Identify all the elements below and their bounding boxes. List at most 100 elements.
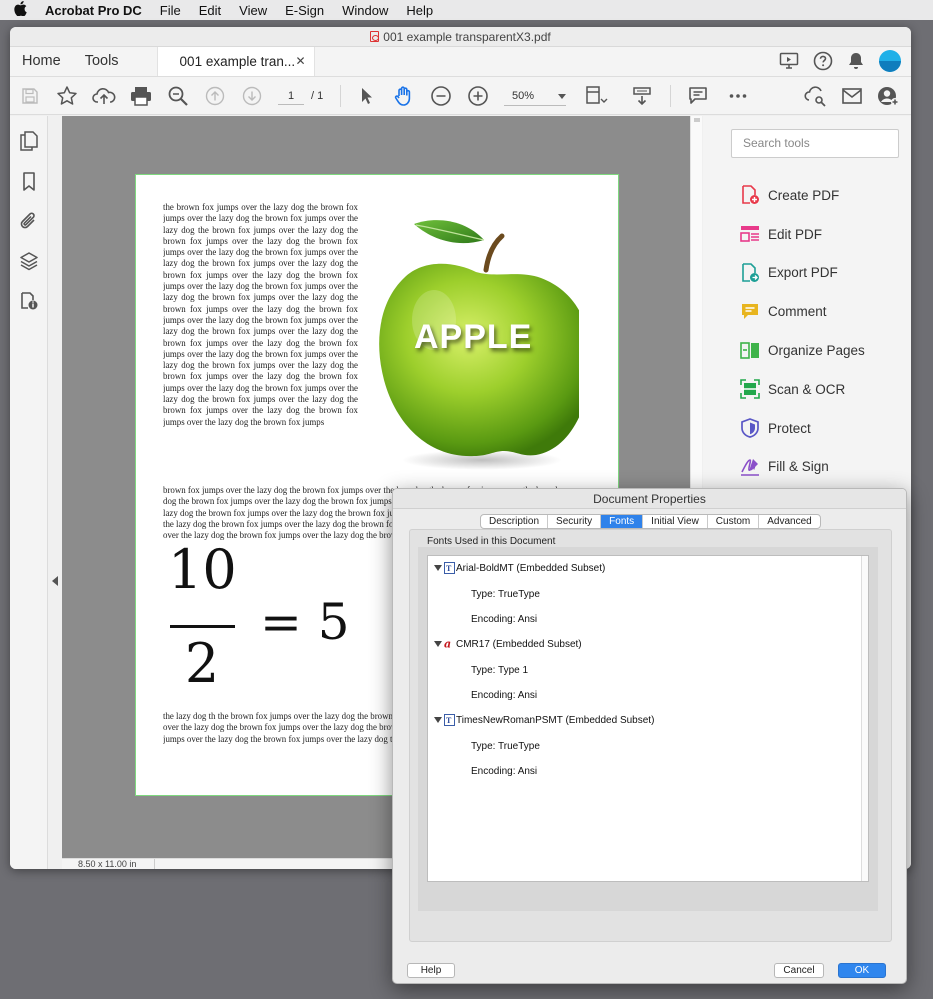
window-title: 001 example transparentX3.pdf (383, 30, 551, 44)
main-toolbar: 1 / 1 50% (10, 77, 911, 115)
scan-ocr-icon (739, 378, 761, 400)
expand-triangle-icon[interactable] (434, 641, 442, 647)
tab-security[interactable]: Security (548, 515, 602, 528)
tool-create-pdf[interactable]: Create PDF (739, 176, 865, 215)
document-properties-icon[interactable] (18, 290, 40, 312)
status-divider (154, 859, 155, 869)
zoom-level-value: 50% (512, 90, 535, 102)
edit-pdf-icon (739, 223, 761, 245)
apple-menu-icon[interactable] (14, 1, 32, 19)
tool-create-pdf-label: Create PDF (768, 187, 840, 203)
tab-bar: Home Tools 001 example tran... ✕ (10, 47, 911, 77)
tool-edit-pdf[interactable]: Edit PDF (739, 215, 865, 254)
font-name: TimesNewRomanPSMT (Embedded Subset) (456, 714, 655, 726)
organize-pages-icon (739, 340, 761, 362)
tab-advanced[interactable]: Advanced (759, 515, 819, 528)
font-entry[interactable]: T TimesNewRomanPSMT (Embedded Subset) (434, 714, 654, 726)
save-icon[interactable] (18, 84, 42, 108)
tab-home[interactable]: Home (10, 47, 73, 76)
add-user-icon[interactable] (876, 84, 900, 108)
tool-comment[interactable]: Comment (739, 292, 865, 331)
tool-organize-pages[interactable]: Organize Pages (739, 331, 865, 370)
page-number-input[interactable]: 1 (278, 87, 304, 105)
tool-protect-label: Protect (768, 420, 811, 436)
help-button[interactable]: Help (407, 963, 455, 978)
expand-triangle-icon[interactable] (434, 717, 442, 723)
zoom-level-select[interactable]: 50% (504, 86, 566, 106)
menu-edit[interactable]: Edit (199, 3, 221, 18)
fonts-section-label: Fonts Used in this Document (427, 536, 556, 547)
collapse-left-panel-icon[interactable] (52, 576, 58, 586)
tab-document[interactable]: 001 example tran... ✕ (156, 47, 315, 76)
help-icon[interactable] (813, 51, 833, 71)
pdf-file-icon (370, 31, 380, 42)
document-properties-dialog: Document Properties Description Security… (392, 488, 907, 984)
menu-file[interactable]: File (160, 3, 181, 18)
scrollbar-thumb[interactable] (694, 118, 700, 122)
share-link-icon[interactable] (804, 84, 828, 108)
ok-button[interactable]: OK (838, 963, 886, 978)
zoom-out-search-icon[interactable] (166, 84, 190, 108)
page-thumbnails-icon[interactable] (18, 130, 40, 152)
menu-esign[interactable]: E-Sign (285, 3, 324, 18)
bookmark-star-icon[interactable] (55, 84, 79, 108)
tool-protect[interactable]: Protect (739, 409, 865, 448)
font-type: Type: Type 1 (471, 665, 529, 676)
page-size-label: 8.50 x 11.00 in (78, 859, 137, 869)
tab-initial-view[interactable]: Initial View (643, 515, 708, 528)
zoom-in-icon[interactable] (466, 84, 490, 108)
user-avatar[interactable] (879, 50, 901, 72)
page-fit-icon[interactable] (585, 84, 609, 108)
layers-icon[interactable] (18, 250, 40, 272)
fraction-bar (170, 625, 235, 628)
tool-fill-sign[interactable]: Fill & Sign (739, 448, 865, 487)
tab-custom[interactable]: Custom (708, 515, 760, 528)
zoom-out-icon[interactable] (429, 84, 453, 108)
select-arrow-icon[interactable] (355, 84, 379, 108)
more-options-icon[interactable] (726, 84, 750, 108)
menu-window[interactable]: Window (342, 3, 388, 18)
window-titlebar[interactable]: 001 example transparentX3.pdf (10, 27, 911, 47)
scroll-mode-icon[interactable] (630, 84, 654, 108)
cancel-button[interactable]: Cancel (774, 963, 824, 978)
equation-result: = 5 (260, 593, 350, 651)
hand-tool-icon[interactable] (392, 84, 416, 108)
toolbar-divider (340, 85, 341, 107)
next-page-icon[interactable] (240, 84, 264, 108)
menu-view[interactable]: View (239, 3, 267, 18)
equation-denominator: 2 (184, 632, 220, 695)
print-icon[interactable] (129, 84, 153, 108)
svg-text:T: T (446, 564, 452, 573)
menu-help[interactable]: Help (406, 3, 433, 18)
bookmarks-icon[interactable] (18, 171, 40, 193)
create-pdf-icon (739, 184, 761, 206)
share-screen-icon[interactable] (779, 52, 799, 70)
tab-fonts[interactable]: Fonts (601, 515, 644, 528)
font-entry[interactable]: T Arial-BoldMT (Embedded Subset) (434, 562, 605, 574)
tool-scan-ocr[interactable]: Scan & OCR (739, 370, 865, 409)
search-tools-input[interactable]: Search tools (731, 129, 899, 158)
dialog-title[interactable]: Document Properties (393, 489, 906, 509)
expand-triangle-icon[interactable] (434, 565, 442, 571)
tools-list: Create PDF Edit PDF Export PDF Comment O… (739, 176, 865, 486)
tab-description[interactable]: Description (481, 515, 549, 528)
close-tab-icon[interactable]: ✕ (295, 47, 305, 76)
notifications-bell-icon[interactable] (847, 51, 865, 71)
fonts-list[interactable]: T Arial-BoldMT (Embedded Subset) Type: T… (427, 555, 869, 882)
attachments-icon[interactable] (18, 210, 40, 232)
previous-page-icon[interactable] (203, 84, 227, 108)
cloud-upload-icon[interactable] (92, 84, 116, 108)
fonts-list-scrollbar[interactable] (861, 556, 868, 881)
tabbar-right-icons (779, 50, 901, 72)
comment-icon[interactable] (686, 84, 710, 108)
tool-export-pdf-label: Export PDF (768, 265, 838, 281)
tool-export-pdf[interactable]: Export PDF (739, 254, 865, 293)
tab-tools[interactable]: Tools (73, 47, 131, 76)
truetype-font-icon: T (444, 714, 455, 726)
tool-fill-sign-label: Fill & Sign (768, 459, 829, 475)
font-encoding: Encoding: Ansi (471, 766, 538, 777)
fill-sign-icon (739, 456, 761, 478)
email-icon[interactable] (840, 84, 864, 108)
font-entry[interactable]: a CMR17 (Embedded Subset) (434, 638, 582, 650)
menu-app-name[interactable]: Acrobat Pro DC (45, 3, 142, 18)
